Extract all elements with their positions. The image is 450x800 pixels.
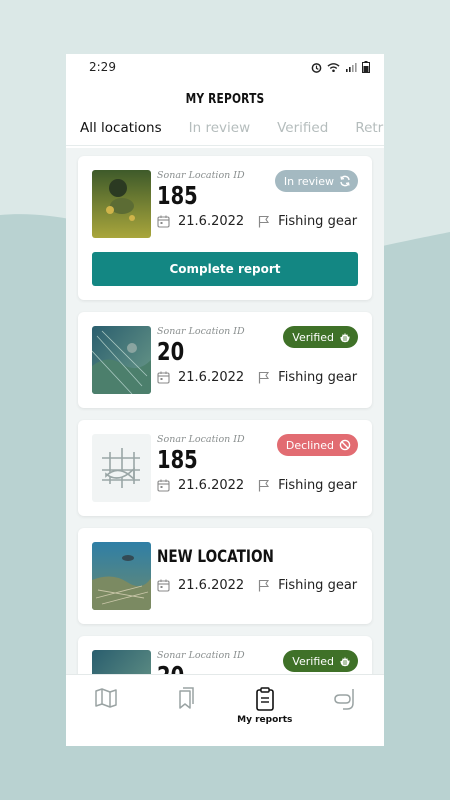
calendar-icon bbox=[157, 479, 170, 492]
status-label: Verified bbox=[292, 654, 334, 668]
report-card[interactable]: Sonar Location ID 20 Verified bbox=[78, 636, 372, 674]
complete-report-button[interactable]: Complete report bbox=[92, 252, 358, 286]
status-badge: Declined bbox=[276, 434, 358, 456]
report-card[interactable]: Sonar Location ID 20 21.6.2022 Fishing g… bbox=[78, 312, 372, 408]
flag-icon bbox=[259, 479, 270, 492]
alarm-icon bbox=[311, 62, 322, 73]
hand-icon bbox=[340, 657, 350, 667]
report-photo bbox=[92, 650, 151, 674]
clipboard-icon bbox=[255, 687, 274, 711]
status-badge: In review bbox=[274, 170, 358, 192]
report-id: 185 bbox=[157, 445, 198, 474]
tab-in-review[interactable]: In review bbox=[189, 120, 250, 145]
block-icon bbox=[339, 439, 351, 451]
report-category: Fishing gear bbox=[278, 370, 358, 385]
report-category: Fishing gear bbox=[278, 478, 358, 493]
status-time: 2:29 bbox=[89, 60, 116, 74]
map-icon bbox=[95, 688, 117, 708]
report-date: 21.6.2022 bbox=[178, 214, 245, 229]
status-bar: 2:29 bbox=[66, 54, 384, 80]
report-category: Fishing gear bbox=[278, 214, 358, 229]
report-photo bbox=[92, 542, 151, 610]
report-date: 21.6.2022 bbox=[178, 578, 245, 593]
report-date: 21.6.2022 bbox=[178, 370, 245, 385]
report-photo bbox=[92, 170, 151, 238]
bottom-nav: My reports bbox=[66, 674, 384, 746]
report-photo-placeholder bbox=[92, 434, 151, 502]
nav-bookmarks[interactable] bbox=[150, 687, 220, 711]
wifi-icon bbox=[327, 62, 340, 72]
refresh-icon bbox=[340, 175, 350, 187]
battery-icon bbox=[362, 61, 370, 73]
tab-retrieved[interactable]: Retri bbox=[355, 120, 384, 145]
calendar-icon bbox=[157, 215, 170, 228]
snorkel-icon bbox=[334, 689, 354, 710]
tab-verified[interactable]: Verified bbox=[277, 120, 328, 145]
report-photo bbox=[92, 326, 151, 394]
nav-my-reports-label: My reports bbox=[237, 715, 293, 725]
fish-net-icon bbox=[102, 448, 140, 488]
report-card[interactable]: NEW LOCATION 21.6.2022 Fishing gear bbox=[78, 528, 372, 624]
status-label: Verified bbox=[292, 330, 334, 344]
status-label: In review bbox=[283, 174, 334, 188]
report-card[interactable]: Sonar Location ID 185 21.6.2022 Fishing … bbox=[78, 420, 372, 516]
signal-icon bbox=[346, 62, 357, 72]
status-badge: Verified bbox=[283, 326, 358, 348]
report-date: 21.6.2022 bbox=[178, 478, 245, 493]
calendar-icon bbox=[157, 371, 170, 384]
page-title: MY REPORTS bbox=[185, 92, 265, 107]
report-list[interactable]: Sonar Location ID 185 21.6.2022 Fishing … bbox=[66, 148, 384, 674]
report-id: 20 bbox=[157, 337, 185, 366]
flag-icon bbox=[259, 579, 270, 592]
flag-icon bbox=[259, 371, 270, 384]
hand-icon bbox=[340, 333, 350, 343]
tab-bar: All locations In review Verified Retri bbox=[66, 120, 384, 151]
report-name: NEW LOCATION bbox=[157, 547, 274, 567]
flag-icon bbox=[259, 215, 270, 228]
nav-map[interactable] bbox=[71, 687, 141, 709]
bookmarks-icon bbox=[179, 687, 194, 709]
nav-dive[interactable] bbox=[309, 687, 379, 711]
phone-screen: 2:29 MY REPORTS All locations In review … bbox=[66, 54, 384, 746]
status-label: Declined bbox=[285, 438, 334, 452]
calendar-icon bbox=[157, 579, 170, 592]
report-card[interactable]: Sonar Location ID 185 21.6.2022 Fishing … bbox=[78, 156, 372, 300]
report-category: Fishing gear bbox=[278, 578, 358, 593]
nav-my-reports[interactable]: My reports bbox=[230, 687, 300, 725]
status-badge: Verified bbox=[283, 650, 358, 672]
report-id: 185 bbox=[157, 181, 198, 210]
report-id: 20 bbox=[157, 661, 184, 674]
tab-all-locations[interactable]: All locations bbox=[80, 120, 162, 151]
